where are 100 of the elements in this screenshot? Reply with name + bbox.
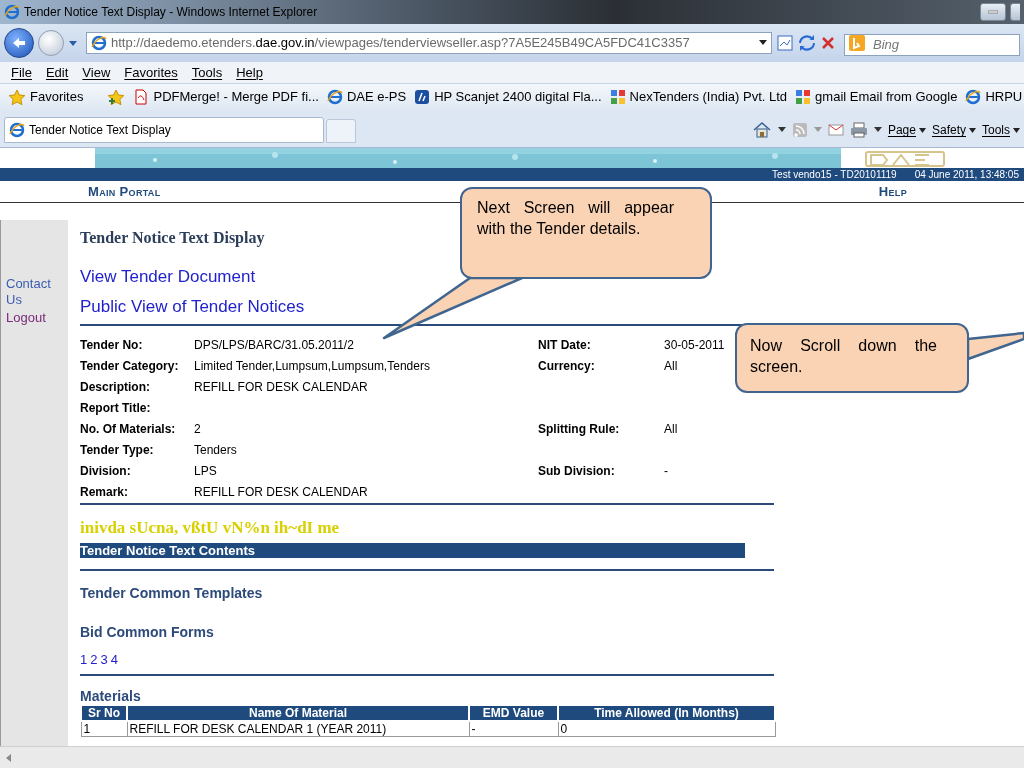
field-value: All [664,357,678,375]
command-menu[interactable]: Safety [931,121,976,139]
forward-button[interactable] [38,30,64,56]
sidebar-link[interactable]: Logout [1,310,68,326]
minimize-button[interactable] [980,3,1006,21]
command-menu[interactable]: Tools [982,121,1020,139]
minimize-icon [988,10,998,14]
field-label: Division: [80,462,132,480]
back-arrow-icon [12,37,26,49]
column-header: Name Of Material [127,705,469,721]
favorite-link[interactable]: PDFMerge! - Merge PDF fi... [133,87,319,107]
caret-icon [873,127,882,133]
field-label: Remark: [80,483,130,501]
browser-icon [4,4,20,20]
form-link[interactable]: 1 [80,650,88,670]
page-link[interactable]: View Tender Document [80,267,256,286]
field-label: No. Of Materials: [80,420,177,438]
sidebar-link[interactable]: Contact Us [1,276,68,308]
caret-icon [813,127,822,133]
table-cell: 0 [558,721,775,737]
maximize-button[interactable] [1010,3,1020,21]
browser-icon [91,35,107,51]
favorites-button[interactable]: Favorites [8,87,84,107]
address-field[interactable]: http://daedemo.etenders.dae.gov.in/viewpages/tenderviewseller.asp?7A5E245B49CA5FDC41C3357 [86,32,772,54]
mail-icon [827,123,844,137]
field-value: LPS [194,462,218,480]
form-link[interactable]: 3 [100,650,108,670]
field-value: 30-05-2011 [664,336,725,354]
nav-link[interactable]: Main Portal [88,181,161,202]
caret-icon [1013,127,1020,133]
back-button[interactable] [4,28,34,58]
form-link[interactable]: 4 [110,650,118,670]
scroll-left-icon [6,753,12,762]
form-link[interactable]: 2 [90,650,98,670]
horizontal-scrollbar[interactable] [0,746,1024,768]
field-value: REFILL FOR DESK CALENDAR [194,378,369,396]
hp-logo-icon [414,89,431,105]
section-header: Tender Notice Text Contents [80,543,745,558]
dropdown-icon [759,40,767,46]
table-cell: REFILL FOR DESK CALENDAR 1 (YEAR 2011) [127,721,469,737]
field-label: Tender Category: [80,357,180,375]
tiles-icon [609,89,626,105]
field-label: Sub Division: [538,462,616,480]
caret-icon [969,127,976,133]
callout-pointer [967,331,1024,361]
url-text: http://daedemo.etenders.dae.gov.in/viewpages/tenderviewseller.asp?7A5E245B49CA5FDC41C3357 [111,34,690,53]
menu-item[interactable]: Edit [38,62,76,83]
browser-icon [326,89,343,105]
nav-link[interactable]: Help [878,181,907,202]
field-value: Tenders [194,441,238,459]
browser-tab[interactable]: Tender Notice Text Display [4,117,324,143]
hindi-title: inivda sUcna, vßtU vN%n ih~dI me [80,518,340,537]
search-engine-icon [848,34,866,52]
home-icon [751,121,772,139]
feed-icon [791,122,808,138]
field-label: Description: [80,378,151,396]
user-info: Test vendo15 - TD20101119 [772,168,897,182]
tab-title: Tender Notice Text Display [29,122,171,139]
section-heading: Materials [80,688,142,704]
menu-item[interactable]: View [75,62,118,83]
column-header: EMD Value [469,705,558,721]
field-label: Tender No: [80,336,144,354]
column-header: Time Allowed (In Months) [558,705,775,721]
favorite-link[interactable]: HRPU [965,87,1023,107]
browser-icon [965,89,982,105]
section-heading: Bid Common Forms [80,623,215,642]
favorite-link[interactable]: gmail Email from Google [795,87,958,107]
column-header: Sr No [81,705,127,721]
browser-icon [9,122,25,138]
favorite-link[interactable]: DAE e-PS [326,87,407,107]
add-favorite-icon [107,89,126,105]
favorite-link[interactable]: NexTenders (India) Pvt. Ltd [609,87,788,107]
search-field[interactable]: Bing [844,33,1020,56]
caret-icon [918,127,926,133]
menu-item[interactable]: File [4,62,39,83]
dropdown-icon [68,39,78,47]
compatibility-icon [776,34,794,52]
field-value: REFILL FOR DESK CALENDAR [194,483,369,501]
page-link[interactable]: Public View of Tender Notices [80,297,305,316]
field-label: Currency: [538,357,596,375]
menu-item[interactable]: Help [229,62,270,83]
table-cell: 1 [81,721,127,737]
document-icon [133,89,150,105]
field-value: All [664,420,678,438]
favorite-link[interactable]: HP Scanjet 2400 digital Fla... [414,87,602,107]
page-title: Tender Notice Text Display [80,229,265,246]
command-menu[interactable]: Page [887,121,926,139]
field-label: Tender Type: [80,441,155,459]
field-value: Limited Tender,Lumpsum,Lumpsum,Tenders [194,357,431,375]
field-label: NIT Date: [538,336,592,354]
tiles-icon [795,89,812,105]
field-label: Splitting Rule: [538,420,621,438]
field-value: DPS/LPS/BARC/31.05.2011/2 [194,336,355,354]
stop-icon [820,35,836,51]
caret-icon [777,127,786,133]
logo-icon [865,149,945,167]
field-label: Report Title: [80,399,152,417]
field-value: 2 [194,420,202,438]
menu-item[interactable]: Favorites [117,62,185,83]
menu-item[interactable]: Tools [184,62,230,83]
